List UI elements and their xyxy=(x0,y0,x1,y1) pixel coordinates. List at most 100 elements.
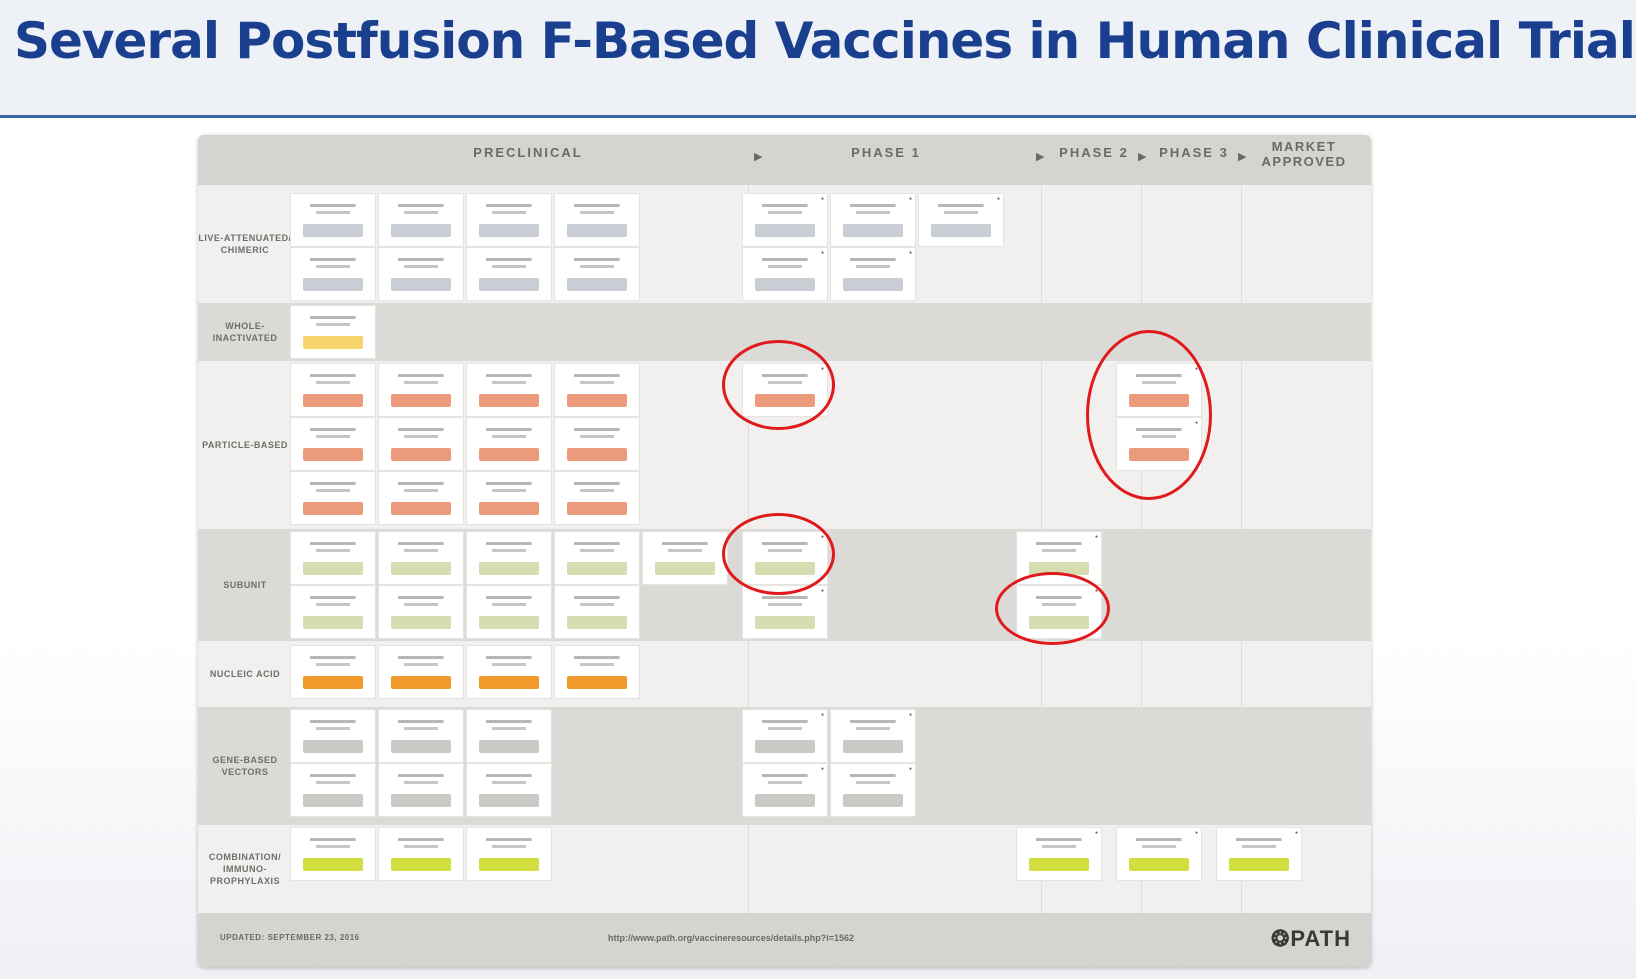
marker-dot-icon: ● xyxy=(908,196,912,202)
candidate-tag xyxy=(479,502,539,515)
candidate-card xyxy=(378,471,464,525)
candidate-name-placeholder xyxy=(471,772,547,790)
candidate-name-placeholder xyxy=(471,654,547,672)
candidate-name-placeholder xyxy=(647,540,723,558)
marker-dot-icon: ● xyxy=(1094,830,1098,836)
candidate-card xyxy=(554,417,640,471)
marker-dot-icon: ● xyxy=(820,588,824,594)
candidate-name-placeholder xyxy=(747,772,823,790)
candidate-tag xyxy=(303,336,363,349)
candidate-card xyxy=(378,417,464,471)
candidate-card xyxy=(290,827,376,881)
candidate-card xyxy=(290,585,376,639)
candidate-name-placeholder xyxy=(295,718,371,736)
candidate-card: ● xyxy=(742,763,828,817)
candidate-name-placeholder xyxy=(383,202,459,220)
highlight-circle xyxy=(1086,330,1212,500)
candidate-name-placeholder xyxy=(747,594,823,612)
candidate-card xyxy=(554,645,640,699)
candidate-name-placeholder xyxy=(295,480,371,498)
candidate-name-placeholder xyxy=(383,836,459,854)
path-logo: ❂PATH xyxy=(1271,926,1351,952)
marker-dot-icon: ● xyxy=(820,196,824,202)
marker-dot-icon: ● xyxy=(820,712,824,718)
title-bar: Several Postfusion F-Based Vaccines in H… xyxy=(0,0,1636,118)
candidate-tag xyxy=(391,740,451,753)
row-label-gene-based-vectors: GENE-BASED VECTORS xyxy=(212,755,278,777)
highlight-circle xyxy=(995,572,1110,645)
candidate-tag xyxy=(479,616,539,629)
stage-market-approved: MARKET APPROVED xyxy=(1261,139,1347,169)
candidate-name-placeholder xyxy=(747,718,823,736)
candidate-tag xyxy=(567,394,627,407)
marker-dot-icon: ● xyxy=(908,712,912,718)
candidate-tag xyxy=(391,394,451,407)
candidate-card: ● xyxy=(742,247,828,301)
candidate-tag xyxy=(479,394,539,407)
candidate-name-placeholder xyxy=(1021,540,1097,558)
candidate-tag xyxy=(479,794,539,807)
highlight-circle xyxy=(722,340,835,430)
candidate-name-placeholder xyxy=(559,426,635,444)
candidate-name-placeholder xyxy=(1021,836,1097,854)
candidate-name-placeholder xyxy=(471,718,547,736)
candidate-tag xyxy=(755,278,815,291)
candidate-card: ● xyxy=(830,247,916,301)
row-label-live-attenuated: LIVE-ATTENUATED/ CHIMERIC xyxy=(198,233,292,255)
candidate-name-placeholder xyxy=(471,426,547,444)
candidate-tag xyxy=(391,502,451,515)
candidate-tag xyxy=(567,676,627,689)
candidate-tag xyxy=(655,562,715,575)
footer-updated-date: UPDATED: SEPTEMBER 23, 2016 xyxy=(220,933,360,942)
candidate-tag xyxy=(567,502,627,515)
candidate-card xyxy=(378,363,464,417)
candidate-card xyxy=(378,247,464,301)
candidate-tag xyxy=(303,224,363,237)
candidate-name-placeholder xyxy=(747,202,823,220)
candidate-name-placeholder xyxy=(383,772,459,790)
candidate-card xyxy=(290,363,376,417)
row-label-whole-inactivated: WHOLE-INACTIVATED xyxy=(212,321,278,343)
candidate-card xyxy=(290,417,376,471)
candidate-card xyxy=(466,417,552,471)
candidate-tag xyxy=(755,616,815,629)
candidate-tag xyxy=(1029,858,1089,871)
candidate-tag xyxy=(479,740,539,753)
candidate-name-placeholder xyxy=(295,314,371,332)
candidate-card xyxy=(554,247,640,301)
marker-dot-icon: ● xyxy=(908,766,912,772)
candidate-card xyxy=(378,709,464,763)
candidate-card xyxy=(290,709,376,763)
candidate-card xyxy=(378,193,464,247)
candidate-card xyxy=(378,645,464,699)
candidate-tag xyxy=(843,740,903,753)
highlight-circle xyxy=(722,513,835,595)
candidate-name-placeholder xyxy=(295,372,371,390)
candidate-card xyxy=(466,645,552,699)
candidate-tag xyxy=(931,224,991,237)
column-divider xyxy=(1241,185,1242,913)
candidate-tag xyxy=(303,448,363,461)
candidate-card xyxy=(378,585,464,639)
stage-arrow-icon: ▶ xyxy=(754,151,763,163)
candidate-card xyxy=(290,645,376,699)
slide-title: Several Postfusion F-Based Vaccines in H… xyxy=(14,12,1636,70)
candidate-name-placeholder xyxy=(923,202,999,220)
candidate-card xyxy=(466,471,552,525)
candidate-card xyxy=(378,531,464,585)
candidate-tag xyxy=(479,278,539,291)
candidate-name-placeholder xyxy=(295,426,371,444)
candidate-card xyxy=(642,531,728,585)
stage-phase-3: PHASE 3 xyxy=(1159,145,1229,160)
candidate-tag xyxy=(479,676,539,689)
candidate-name-placeholder xyxy=(471,540,547,558)
stage-phase-2: PHASE 2 xyxy=(1059,145,1129,160)
candidate-card xyxy=(290,763,376,817)
candidate-tag xyxy=(567,278,627,291)
candidate-card xyxy=(466,585,552,639)
candidate-name-placeholder xyxy=(383,480,459,498)
candidate-card xyxy=(466,709,552,763)
column-divider xyxy=(1141,185,1142,913)
stage-arrow-icon: ▶ xyxy=(1238,151,1247,163)
candidate-card xyxy=(378,827,464,881)
